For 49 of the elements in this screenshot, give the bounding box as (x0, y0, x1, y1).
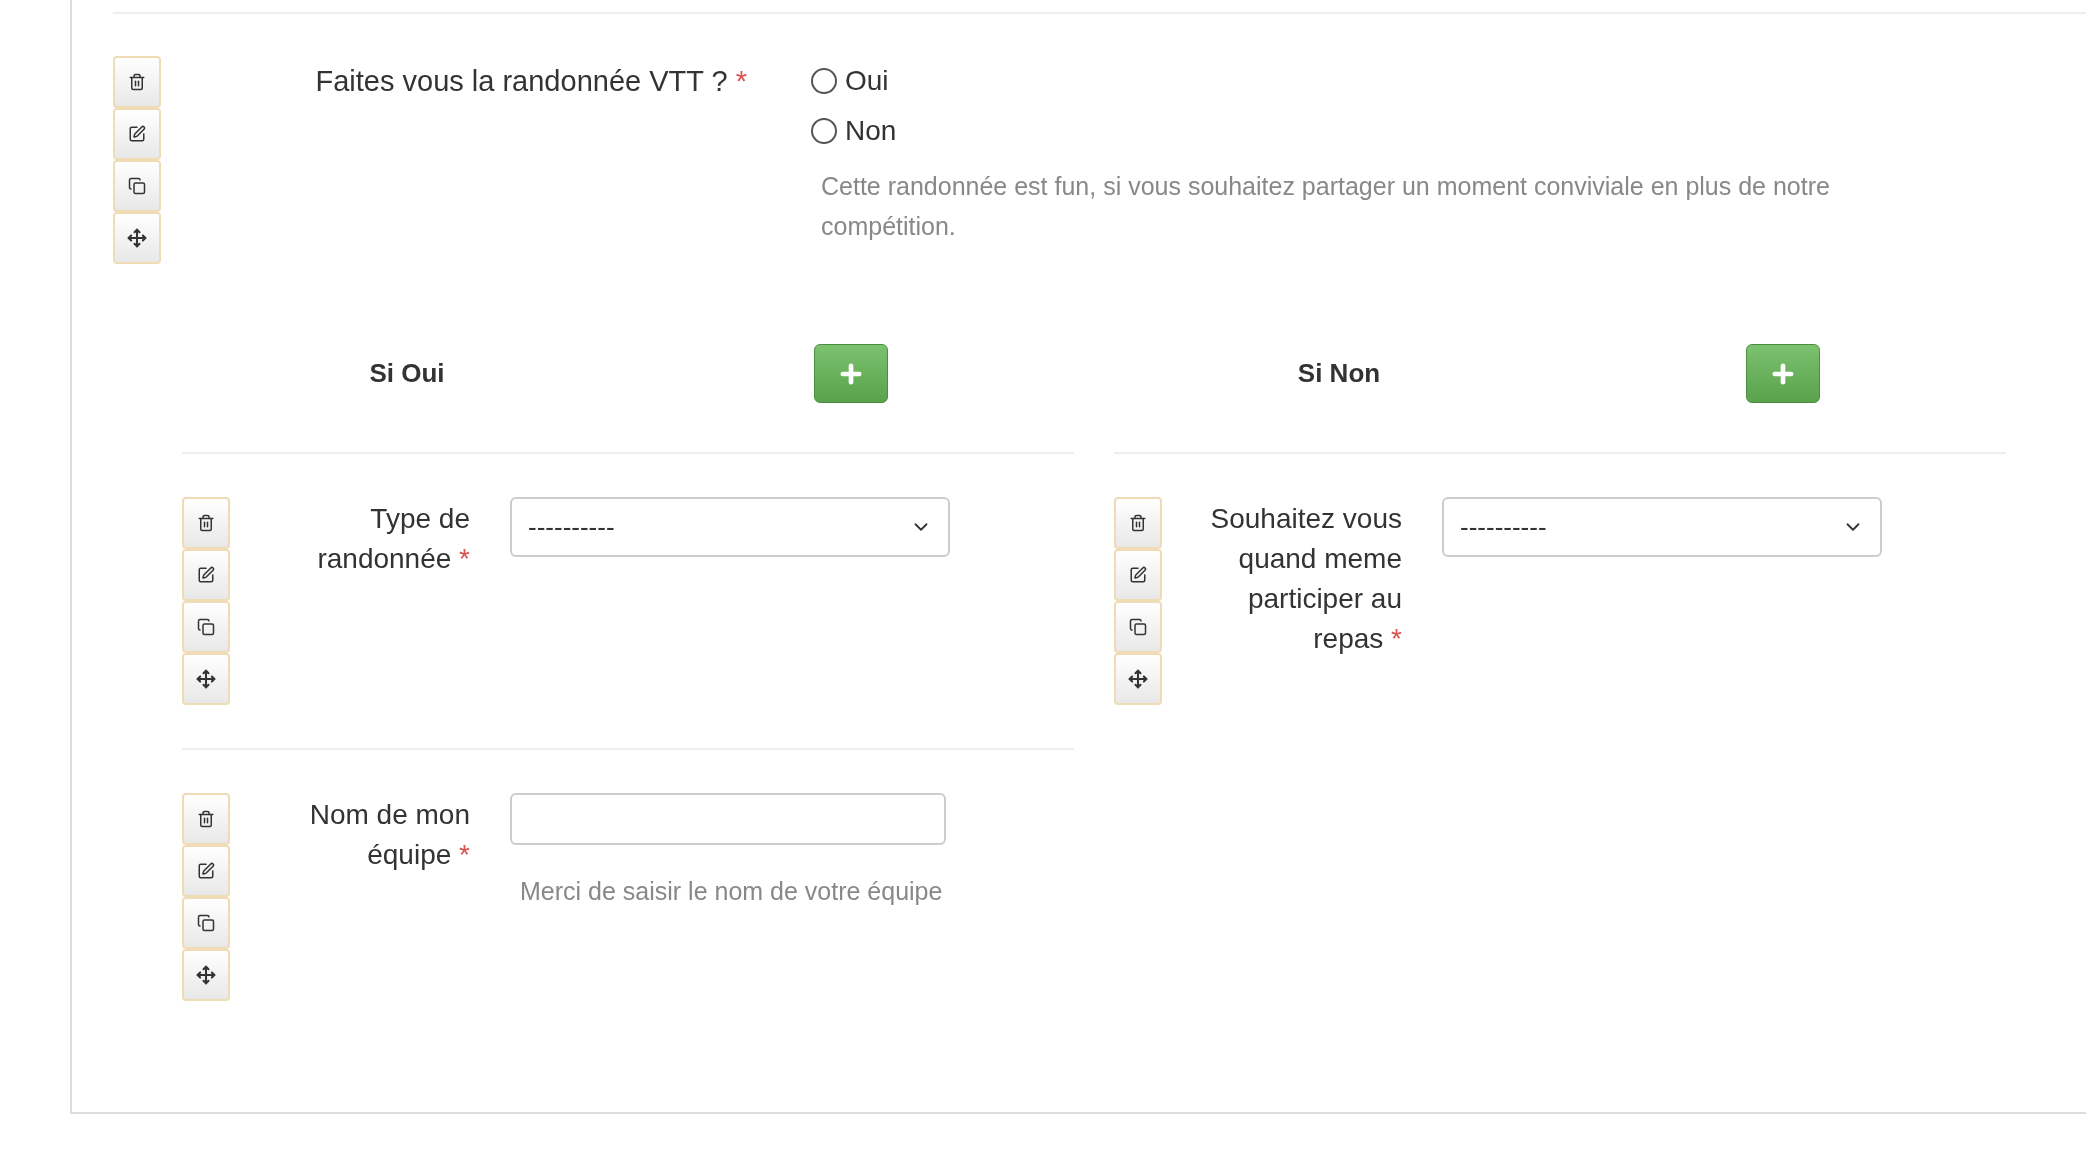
edit-icon (197, 862, 215, 880)
move-button[interactable] (113, 212, 161, 264)
delete-button[interactable] (182, 793, 230, 845)
input-field[interactable] (510, 793, 946, 845)
select-field[interactable]: ---------- (510, 497, 950, 557)
edit-button[interactable] (182, 549, 230, 601)
edit-button[interactable] (1114, 549, 1162, 601)
copy-button[interactable] (113, 160, 161, 212)
field-label: Type de randonnée * (316, 502, 470, 576)
radio-button[interactable] (811, 118, 837, 144)
trash-icon (197, 810, 215, 828)
edit-icon (197, 566, 215, 584)
field-label: Souhaitez vous quand meme participer au repas * (1209, 502, 1402, 656)
help-text: Merci de saisir le nom de votre équipe (520, 876, 944, 907)
field-label: Nom de mon équipe * (308, 798, 470, 872)
copy-icon (128, 177, 146, 195)
delete-button[interactable] (182, 497, 230, 549)
option-label: Oui (845, 64, 889, 98)
field-label: Faites vous la randonnée VTT ? * (314, 64, 747, 99)
move-button[interactable] (182, 949, 230, 1001)
option-label: Non (845, 114, 897, 148)
move-button[interactable] (1114, 653, 1162, 705)
move-icon (127, 228, 147, 248)
radio-button[interactable] (811, 68, 837, 94)
move-button[interactable] (182, 653, 230, 705)
move-icon (196, 965, 216, 985)
edit-icon (1129, 566, 1147, 584)
delete-button[interactable] (1114, 497, 1162, 549)
add-button[interactable] (1746, 344, 1820, 403)
select-field[interactable]: ---------- (1442, 497, 1882, 557)
move-icon (1128, 669, 1148, 689)
copy-button[interactable] (182, 601, 230, 653)
copy-icon (1129, 618, 1147, 636)
trash-icon (197, 514, 215, 532)
trash-icon (1129, 514, 1147, 532)
move-icon (196, 669, 216, 689)
add-button[interactable] (814, 344, 888, 403)
delete-button[interactable] (113, 56, 161, 108)
copy-button[interactable] (182, 897, 230, 949)
section-title: Si Non (1296, 357, 1382, 390)
copy-button[interactable] (1114, 601, 1162, 653)
edit-button[interactable] (113, 108, 161, 160)
section-title: Si Oui (368, 357, 446, 390)
edit-button[interactable] (182, 845, 230, 897)
copy-icon (197, 914, 215, 932)
copy-icon (197, 618, 215, 636)
trash-icon (128, 73, 146, 91)
help-text: Cette randonnée est fun, si vous souhaitez partager un moment conviviale en plus de notre compétition. (821, 171, 1831, 242)
edit-icon (128, 125, 146, 143)
